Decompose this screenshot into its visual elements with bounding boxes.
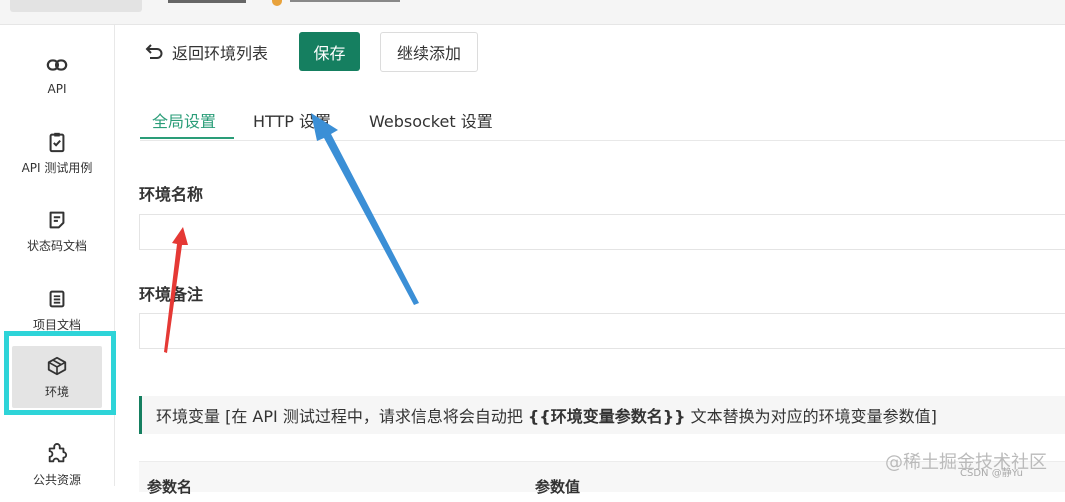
top-bar-icon: [272, 0, 282, 6]
settings-tabs: 全局设置 HTTP 设置 Websocket 设置: [140, 100, 1065, 141]
back-button-label: 返回环境列表: [172, 44, 269, 63]
list-document-icon: [49, 290, 65, 307]
column-header-param-name: 参数名: [147, 478, 193, 496]
sidebar-item-label: API: [47, 82, 67, 96]
sidebar-item-label: 状态码文档: [26, 238, 87, 253]
sidebar-item-api[interactable]: API: [0, 38, 114, 112]
active-tab-underline: [140, 137, 234, 139]
sidebar-item-project-docs[interactable]: 项目文档: [0, 273, 114, 347]
tab-global-settings[interactable]: 全局设置: [152, 108, 216, 132]
undo-arrow-icon: [145, 44, 163, 59]
clipboard-check-icon: [49, 132, 65, 152]
cube-icon: [47, 356, 67, 375]
env-variables-notice: 环境变量 [在 API 测试过程中，请求信息将会自动把 {{环境变量参数名}} …: [139, 396, 1065, 434]
save-button[interactable]: 保存: [299, 32, 360, 71]
notice-suffix: 文本替换为对应的环境变量参数值]: [685, 407, 937, 426]
back-to-env-list-button[interactable]: 返回环境列表: [144, 40, 268, 64]
sidebar-item-label: API 测试用例: [21, 160, 93, 175]
sidebar-item-status-code-docs[interactable]: 状态码文档: [0, 194, 114, 268]
env-note-input[interactable]: [139, 313, 1065, 349]
sidebar-item-label: 公共资源: [32, 472, 81, 487]
document-icon: [49, 211, 65, 228]
top-bar-chip[interactable]: [10, 0, 142, 12]
sidebar-item-public-resources[interactable]: 公共资源: [0, 428, 114, 502]
sidebar-item-label: 环境: [44, 384, 69, 399]
tab-websocket-settings[interactable]: Websocket 设置: [369, 108, 493, 132]
sidebar-item-environment[interactable]: 环境: [0, 340, 114, 414]
sidebar-item-label: 项目文档: [32, 317, 81, 332]
top-bar-text-fragment: [290, 0, 400, 2]
continue-add-button[interactable]: 继续添加: [380, 32, 478, 72]
sidebar-item-api-test-cases[interactable]: API 测试用例: [0, 116, 114, 190]
notice-prefix: 环境变量 [在 API 测试过程中，请求信息将会自动把: [156, 407, 528, 426]
column-header-param-value: 参数值: [535, 478, 581, 496]
top-bar-underline: [168, 0, 246, 3]
env-name-input[interactable]: [139, 214, 1065, 250]
sidebar: API API 测试用例 状态码文档 项目文档 环境 公共资源: [0, 25, 115, 487]
notice-highlight: {{环境变量参数名}}: [527, 407, 686, 426]
top-bar: [0, 0, 1065, 25]
link-icon: [46, 59, 68, 71]
watermark-sub: CSDN @静Yu: [960, 468, 1023, 479]
env-name-label: 环境名称: [139, 185, 204, 204]
blue-annotation-arrow: [311, 113, 419, 305]
tab-http-settings[interactable]: HTTP 设置: [253, 108, 331, 132]
puzzle-icon: [48, 442, 68, 462]
env-note-label: 环境备注: [139, 285, 204, 304]
